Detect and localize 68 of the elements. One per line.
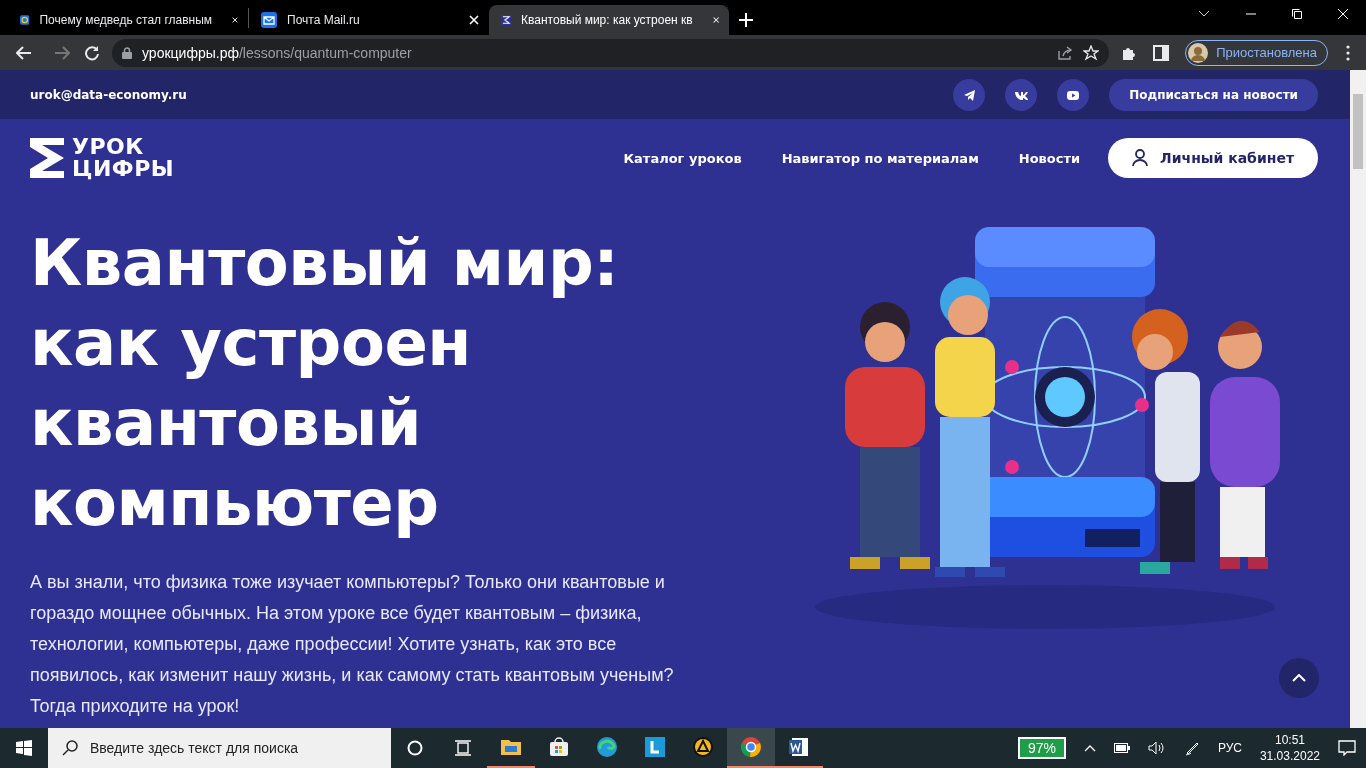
triangle-icon [692, 736, 714, 758]
taskbar-search-field[interactable]: Введите здесь текст для поиска [48, 728, 391, 768]
intro-paragraph: А вы знали, что физика тоже изучает компьютеры? Только они квантовые и гораздо мощнее обычных. На этом уроке все будет квантовым – физика, технологии, компьютеры, даже профессии! Хотите узнать, как это все появилось, как изменит нашу жизнь, и как самому стать квантовым ученым? Тогда приходите на урок! [30, 571, 675, 718]
task-view-icon [454, 740, 472, 756]
reload-icon[interactable] [84, 44, 100, 61]
back-arrow-icon[interactable] [16, 45, 32, 60]
battery-percentage: 97% [1017, 737, 1066, 759]
w-letter-icon [788, 736, 810, 758]
close-icon[interactable] [1338, 9, 1348, 19]
windows-icon [16, 740, 32, 756]
envelope-icon [261, 12, 277, 28]
close-icon[interactable] [469, 15, 479, 25]
l-letter-icon [644, 736, 666, 758]
swirl-icon [596, 736, 618, 758]
nav-link[interactable]: Новости [1018, 150, 1081, 166]
subscribe-button[interactable]: Подписаться на новости [1109, 78, 1318, 111]
telegram-button[interactable] [953, 78, 986, 111]
chrome-icon [740, 736, 762, 758]
side-panel-icon[interactable] [1153, 44, 1170, 61]
star-icon[interactable] [1083, 44, 1100, 61]
video-button[interactable] [1057, 78, 1090, 111]
email-link[interactable]: urok@data-economy.ru [30, 87, 187, 102]
account-button[interactable]: Личный кабинет [1108, 138, 1318, 178]
at-sign-icon [20, 12, 30, 28]
url-text: урокцифры.рф/lessons/quantum-computer [142, 44, 412, 61]
logo-icon [30, 138, 64, 178]
site-logo[interactable]: УРОК ЦИФРЫ [30, 136, 175, 180]
logo-text: УРОК [72, 136, 145, 158]
share-icon[interactable] [1057, 44, 1074, 61]
tab-title: Почему медведь стал главным [39, 13, 213, 27]
logo-icon [501, 12, 512, 28]
more-menu-icon[interactable] [1346, 44, 1350, 61]
tab-title: Квантовый мир: как устроен кв [521, 13, 693, 27]
vk-button[interactable] [1005, 78, 1038, 111]
nav-link[interactable]: Каталог уроков [623, 150, 742, 166]
shopping-bag-icon [548, 736, 570, 758]
browser-tab[interactable]: Квантовый мир: как устроен кв [489, 5, 729, 35]
clock-time: 10:51 [1274, 732, 1305, 748]
search-icon [62, 740, 78, 756]
logo-text: ЦИФРЫ [72, 158, 175, 180]
notification-icon[interactable] [1338, 740, 1356, 756]
battery-icon[interactable] [1113, 743, 1130, 753]
close-icon[interactable] [232, 15, 238, 25]
browser-tab[interactable]: Почему медведь стал главным [8, 5, 248, 35]
browser-tab[interactable]: Почта Mail.ru [249, 5, 489, 35]
circle-icon [407, 740, 423, 756]
chevron-up-icon[interactable] [1083, 744, 1096, 752]
forward-arrow-icon [54, 45, 70, 60]
new-tab-icon[interactable] [739, 13, 753, 27]
language-indicator[interactable]: РУС [1217, 741, 1242, 755]
speaker-icon[interactable] [1147, 741, 1166, 755]
pen-icon[interactable] [1183, 740, 1200, 756]
chevron-up-icon [1292, 674, 1306, 682]
telegram-icon [962, 87, 977, 102]
scrollbar[interactable] [1350, 70, 1366, 728]
lock-icon [122, 46, 132, 59]
nav-link[interactable]: Навигатор по материалам [781, 150, 979, 166]
close-icon[interactable] [712, 15, 719, 25]
tab-title: Почта Mail.ru [287, 13, 360, 27]
restore-icon[interactable] [1292, 9, 1302, 19]
address-bar[interactable]: урокцифры.рф/lessons/quantum-computer [112, 38, 1110, 67]
chevron-down-icon[interactable] [1198, 10, 1210, 18]
page-title: Квантовый мир: как устроен квантовый компьютер [30, 225, 620, 542]
clock[interactable]: 10:51 31.03.2022 [1259, 732, 1320, 764]
scrollbar-thumb[interactable] [1353, 94, 1363, 169]
user-icon [1132, 149, 1149, 167]
avatar-icon [1188, 42, 1209, 63]
clock-date: 31.03.2022 [1259, 748, 1320, 764]
